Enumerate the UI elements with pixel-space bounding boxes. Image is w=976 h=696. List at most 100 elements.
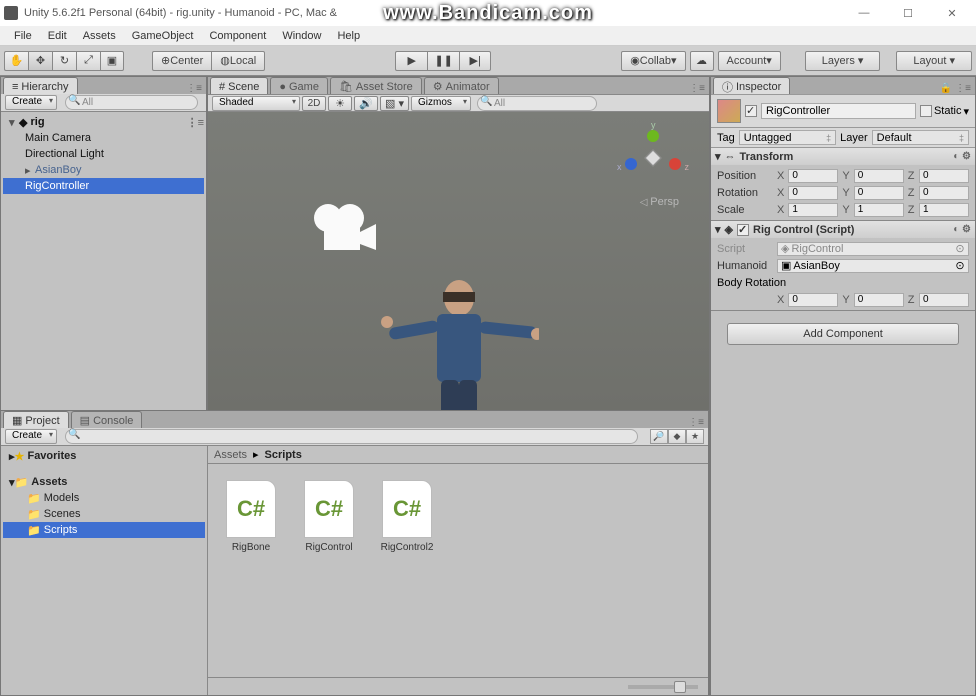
tab-console[interactable]: ▤ Console: [71, 411, 143, 428]
pivot-local-button[interactable]: ◍ Local: [211, 51, 265, 71]
play-button[interactable]: ▶: [395, 51, 427, 71]
bodyrot-y-input[interactable]: [854, 293, 904, 307]
gizmo-cube-icon[interactable]: [645, 150, 662, 167]
minimize-button[interactable]: —: [844, 2, 884, 24]
favorites-row[interactable]: ▸★ Favorites: [3, 448, 205, 464]
pivot-center-button[interactable]: ⊕ Center: [152, 51, 211, 71]
orientation-gizmo[interactable]: x y z: [625, 130, 681, 186]
project-file[interactable]: C# RigControl: [296, 480, 362, 553]
bodyrot-z-input[interactable]: [919, 293, 969, 307]
menu-assets[interactable]: Assets: [75, 28, 124, 44]
static-checkbox[interactable]: [920, 105, 932, 117]
menu-component[interactable]: Component: [201, 28, 274, 44]
rotate-tool-button[interactable]: ↻: [52, 51, 76, 71]
component-menu-icon[interactable]: ◐ ⚙: [953, 151, 971, 162]
tab-project[interactable]: ▦ Project: [3, 411, 69, 428]
foldout-icon[interactable]: ▾: [715, 150, 721, 163]
position-z-input[interactable]: [919, 169, 969, 183]
lighting-toggle[interactable]: ☀: [328, 96, 352, 111]
panel-options-icon[interactable]: 🔒 ⋮≡: [940, 83, 975, 94]
hand-tool-button[interactable]: ✋: [4, 51, 28, 71]
hierarchy-item[interactable]: Directional Light: [3, 146, 204, 162]
add-component-button[interactable]: Add Component: [727, 323, 959, 345]
axis-z-icon[interactable]: [625, 158, 637, 170]
menu-gameobject[interactable]: GameObject: [124, 28, 202, 44]
position-x-input[interactable]: [788, 169, 838, 183]
hierarchy-item[interactable]: RigController: [3, 178, 204, 194]
2d-toggle[interactable]: 2D: [302, 96, 326, 111]
hierarchy-item[interactable]: Main Camera: [3, 130, 204, 146]
collab-button[interactable]: ◉ Collab ▾: [621, 51, 685, 71]
foldout-icon[interactable]: ▾: [715, 223, 721, 236]
axis-y-icon[interactable]: [647, 130, 659, 142]
fx-toggle[interactable]: ▧ ▾: [380, 96, 409, 111]
projection-label[interactable]: ◁ Persp: [640, 196, 679, 208]
scene-row[interactable]: ▾ ◆ rig ⋮≡: [3, 114, 204, 130]
menu-file[interactable]: File: [6, 28, 40, 44]
scale-z-input[interactable]: [919, 203, 969, 217]
tab-scene[interactable]: # Scene: [210, 77, 268, 94]
layers-dropdown[interactable]: Layers ▾: [805, 51, 881, 71]
transform-header[interactable]: ▾ ⇔ Transform ◐ ⚙: [711, 148, 975, 165]
rotation-y-input[interactable]: [854, 186, 904, 200]
move-tool-button[interactable]: ✥: [28, 51, 52, 71]
panel-options-icon[interactable]: ⋮≡: [689, 83, 709, 94]
bodyrot-x-input[interactable]: [788, 293, 838, 307]
maximize-button[interactable]: ☐: [888, 2, 928, 24]
project-create-dropdown[interactable]: Create: [5, 429, 57, 444]
scale-y-input[interactable]: [854, 203, 904, 217]
component-menu-icon[interactable]: ◐ ⚙: [953, 224, 971, 235]
panel-options-icon[interactable]: ⋮≡: [186, 83, 206, 94]
assets-row[interactable]: ▾📁 Assets: [3, 474, 205, 490]
tab-inspector[interactable]: ⓘ Inspector: [713, 77, 790, 94]
close-button[interactable]: ✕: [932, 2, 972, 24]
tab-hierarchy[interactable]: ≡ Hierarchy: [3, 77, 78, 94]
active-checkbox[interactable]: [745, 105, 757, 117]
tab-assetstore[interactable]: 🛍 Asset Store: [330, 77, 422, 94]
filter-type-icon[interactable]: ◆: [668, 429, 686, 444]
tab-game[interactable]: ● Game: [270, 77, 328, 94]
project-search-input[interactable]: [65, 429, 638, 444]
humanoid-field[interactable]: ▣AsianBoy⊙: [777, 259, 969, 273]
folder-row[interactable]: 📁 Scripts: [3, 522, 205, 538]
menu-window[interactable]: Window: [274, 28, 329, 44]
breadcrumb-item[interactable]: Assets: [214, 449, 247, 461]
layout-dropdown[interactable]: Layout ▾: [896, 51, 972, 71]
scale-tool-button[interactable]: ⤢: [76, 51, 100, 71]
rect-tool-button[interactable]: ▣: [100, 51, 124, 71]
breadcrumb-item[interactable]: Scripts: [265, 449, 302, 461]
audio-toggle[interactable]: 🔊: [354, 96, 378, 111]
foldout-icon[interactable]: ▸: [25, 164, 35, 177]
cloud-button[interactable]: ☁: [690, 51, 714, 71]
panel-options-icon[interactable]: ⋮≡: [688, 417, 708, 428]
component-enabled-checkbox[interactable]: [737, 224, 749, 236]
layer-dropdown[interactable]: Default: [872, 130, 969, 145]
folder-row[interactable]: 📁 Models: [3, 490, 205, 506]
scene-search-input[interactable]: All: [477, 96, 597, 111]
script-field[interactable]: ◈RigControl⊙: [777, 242, 969, 256]
account-dropdown[interactable]: Account ▾: [718, 51, 781, 71]
axis-x-icon[interactable]: [669, 158, 681, 170]
rotation-x-input[interactable]: [788, 186, 838, 200]
gizmos-dropdown[interactable]: Gizmos: [411, 96, 471, 111]
hierarchy-search-input[interactable]: All: [65, 95, 198, 110]
project-file[interactable]: C# RigBone: [218, 480, 284, 553]
create-dropdown[interactable]: Create: [5, 95, 57, 110]
menu-help[interactable]: Help: [329, 28, 368, 44]
position-y-input[interactable]: [854, 169, 904, 183]
filter-asset-icon[interactable]: 🔎: [650, 429, 668, 444]
rotation-z-input[interactable]: [919, 186, 969, 200]
scene-menu-icon[interactable]: ⋮≡: [187, 116, 204, 129]
tag-dropdown[interactable]: Untagged: [739, 130, 836, 145]
shading-dropdown[interactable]: Shaded: [212, 96, 300, 111]
hierarchy-item[interactable]: ▸AsianBoy: [3, 162, 204, 178]
scale-x-input[interactable]: [788, 203, 838, 217]
object-name-input[interactable]: [761, 103, 916, 119]
pause-button[interactable]: ❚❚: [427, 51, 459, 71]
tab-animator[interactable]: ⚙ Animator: [424, 77, 499, 94]
menu-edit[interactable]: Edit: [40, 28, 75, 44]
foldout-icon[interactable]: ▾: [9, 116, 19, 129]
folder-row[interactable]: 📁 Scenes: [3, 506, 205, 522]
rigcontrol-header[interactable]: ▾ ◈ Rig Control (Script) ◐ ⚙: [711, 221, 975, 238]
project-file[interactable]: C# RigControl2: [374, 480, 440, 553]
